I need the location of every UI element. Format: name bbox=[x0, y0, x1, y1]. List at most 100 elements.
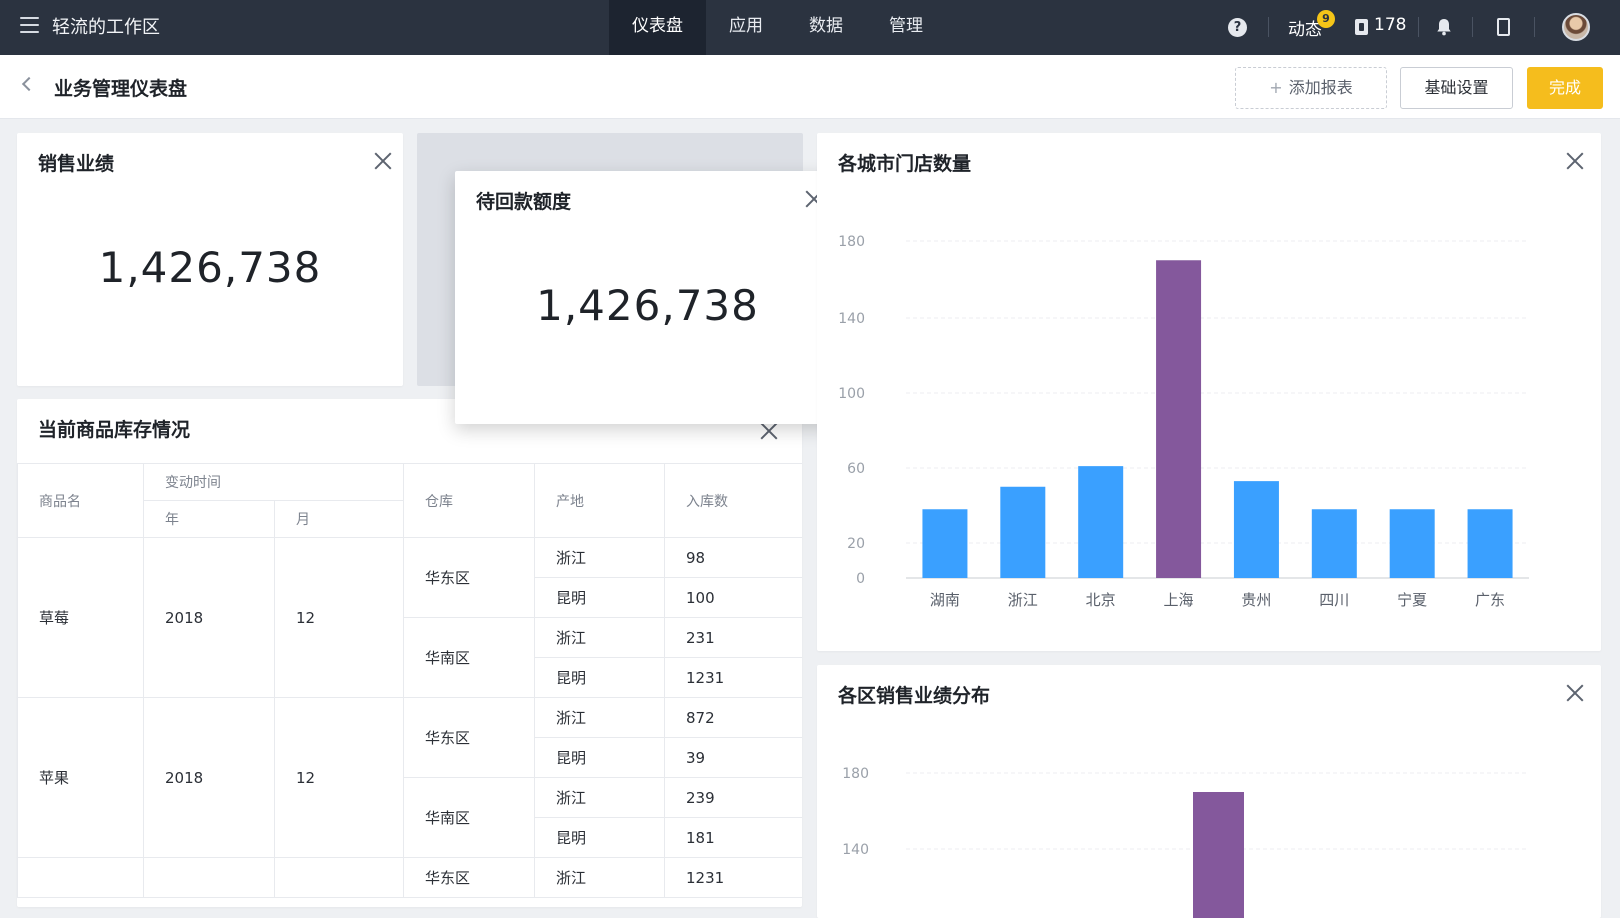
card-title: 待回款额度 bbox=[476, 191, 572, 213]
column-header[interactable]: 年 bbox=[143, 500, 275, 538]
bar-chart: 0 20 60 100 140 180 湖南 浙江 北京 上海 贵州 四川 宁夏 广东 bbox=[838, 234, 1529, 609]
dynamics-badge: 9 bbox=[1317, 10, 1335, 28]
table-cell: 华东区 bbox=[403, 537, 535, 618]
bar bbox=[1467, 509, 1513, 578]
y-tick-label: 100 bbox=[838, 386, 865, 402]
bell-icon[interactable] bbox=[1436, 18, 1452, 36]
city-stores-chart-card[interactable]: 各城市门店数量 0 20 60 100 140 180 湖南 浙江 北京 上海 贵州 四川 宁夏 广东 bbox=[817, 133, 1601, 651]
table-cell: 12 bbox=[274, 537, 404, 698]
divider bbox=[1418, 17, 1419, 37]
table-cell: 100 bbox=[664, 577, 802, 618]
y-tick-label: 140 bbox=[842, 842, 869, 858]
table-cell: 昆明 bbox=[534, 657, 665, 698]
user-avatar[interactable] bbox=[1562, 13, 1590, 41]
x-tick-label: 四川 bbox=[1319, 591, 1349, 609]
table-cell: 2018 bbox=[143, 697, 275, 858]
y-tick-label: 140 bbox=[838, 311, 865, 327]
table-cell: 浙江 bbox=[534, 537, 665, 578]
done-button[interactable]: 完成 bbox=[1527, 67, 1603, 109]
column-header[interactable]: 月 bbox=[274, 500, 404, 538]
table-row: 苹果 2018 12 华东区 浙江 872 bbox=[17, 697, 802, 858]
table-cell: 华东区 bbox=[403, 857, 535, 898]
add-report-label: 添加报表 bbox=[1288, 78, 1353, 97]
divider bbox=[1472, 17, 1473, 37]
hamburger-menu-icon[interactable] bbox=[20, 17, 39, 33]
table-cell bbox=[17, 857, 144, 898]
table-cell: 98 bbox=[664, 537, 802, 578]
table-cell: 华东区 bbox=[403, 697, 535, 778]
mobile-device-icon[interactable] bbox=[1497, 18, 1510, 36]
nav-dashboard[interactable]: 仪表盘 bbox=[609, 0, 706, 55]
table-cell: 浙江 bbox=[534, 777, 665, 818]
top-navbar: 轻流的工作区 仪表盘 应用 数据 管理 ? 动态 9 178 bbox=[0, 0, 1620, 55]
table-cell: 12 bbox=[274, 697, 404, 858]
y-tick-label: 0 bbox=[856, 571, 865, 587]
nav-data[interactable]: 数据 bbox=[786, 0, 866, 55]
receivable-amount-card[interactable]: 待回款额度 1,426,738 bbox=[455, 171, 840, 424]
table-cell: 华南区 bbox=[403, 777, 535, 858]
table-cell: 浙江 bbox=[534, 617, 665, 658]
x-tick-label: 贵州 bbox=[1241, 591, 1271, 609]
bar bbox=[1000, 486, 1046, 578]
table-cell: 1231 bbox=[664, 857, 802, 898]
sales-performance-card[interactable]: 销售业绩 1,426,738 bbox=[17, 133, 403, 386]
x-tick-label: 湖南 bbox=[930, 591, 960, 609]
nav-apps[interactable]: 应用 bbox=[706, 0, 786, 55]
x-tick-label: 宁夏 bbox=[1397, 591, 1427, 609]
table-cell: 昆明 bbox=[534, 577, 665, 618]
page-header: 业务管理仪表盘 + 添加报表 基础设置 完成 bbox=[0, 55, 1620, 119]
close-icon[interactable] bbox=[759, 421, 779, 441]
table-cell: 昆明 bbox=[534, 737, 665, 778]
bar-chart: 140 180 bbox=[842, 766, 1529, 918]
page-title: 业务管理仪表盘 bbox=[54, 78, 188, 100]
table-row: 华东区 浙江 1231 bbox=[17, 857, 802, 898]
x-tick-label: 广东 bbox=[1475, 591, 1505, 609]
contacts-icon[interactable] bbox=[1355, 19, 1368, 35]
column-header[interactable]: 入库数 bbox=[664, 463, 802, 538]
divider bbox=[1268, 17, 1269, 37]
kpi-value: 1,426,738 bbox=[536, 281, 759, 330]
table-cell: 浙江 bbox=[534, 697, 665, 738]
column-header[interactable]: 产地 bbox=[534, 463, 665, 538]
card-title: 销售业绩 bbox=[38, 153, 115, 175]
bar bbox=[1233, 481, 1279, 578]
table-cell: 231 bbox=[664, 617, 802, 658]
nav-admin[interactable]: 管理 bbox=[866, 0, 946, 55]
x-tick-label: 北京 bbox=[1086, 591, 1116, 609]
y-tick-label: 180 bbox=[842, 766, 869, 782]
table-cell bbox=[274, 857, 404, 898]
kpi-value: 1,426,738 bbox=[98, 243, 322, 292]
column-header[interactable]: 商品名 bbox=[17, 463, 144, 538]
bar bbox=[1389, 509, 1435, 578]
table-cell: 浙江 bbox=[534, 857, 665, 898]
table-cell: 昆明 bbox=[534, 817, 665, 858]
table-cell: 239 bbox=[664, 777, 802, 818]
region-sales-chart-card[interactable]: 各区销售业绩分布 140 180 bbox=[817, 665, 1601, 918]
close-icon[interactable] bbox=[373, 151, 393, 171]
back-arrow-icon[interactable] bbox=[21, 76, 37, 92]
add-report-button[interactable]: + 添加报表 bbox=[1235, 67, 1387, 109]
table-cell: 39 bbox=[664, 737, 802, 778]
inventory-table-card[interactable]: 当前商品库存情况 商品名 变动时间 仓库 产地 入库数 年 月 草莓 2018 … bbox=[17, 399, 802, 907]
bar bbox=[1156, 260, 1202, 578]
help-icon[interactable]: ? bbox=[1228, 18, 1247, 37]
table-cell: 草莓 bbox=[17, 537, 144, 698]
card-title: 当前商品库存情况 bbox=[38, 419, 191, 441]
contacts-count[interactable]: 178 bbox=[1374, 15, 1406, 35]
table-cell: 181 bbox=[664, 817, 802, 858]
y-tick-label: 20 bbox=[847, 536, 865, 552]
column-header[interactable]: 仓库 bbox=[403, 463, 535, 538]
column-header[interactable]: 变动时间 bbox=[143, 463, 404, 501]
table-cell: 1231 bbox=[664, 657, 802, 698]
table-cell: 2018 bbox=[143, 537, 275, 698]
bar bbox=[1193, 792, 1244, 918]
bar bbox=[922, 509, 968, 578]
workspace-name[interactable]: 轻流的工作区 bbox=[52, 13, 160, 39]
table-cell: 华南区 bbox=[403, 617, 535, 698]
x-tick-label: 浙江 bbox=[1008, 591, 1038, 609]
table-cell bbox=[143, 857, 275, 898]
table-cell: 872 bbox=[664, 697, 802, 738]
divider bbox=[1534, 17, 1535, 37]
basic-settings-button[interactable]: 基础设置 bbox=[1400, 67, 1513, 109]
table-cell: 苹果 bbox=[17, 697, 144, 858]
